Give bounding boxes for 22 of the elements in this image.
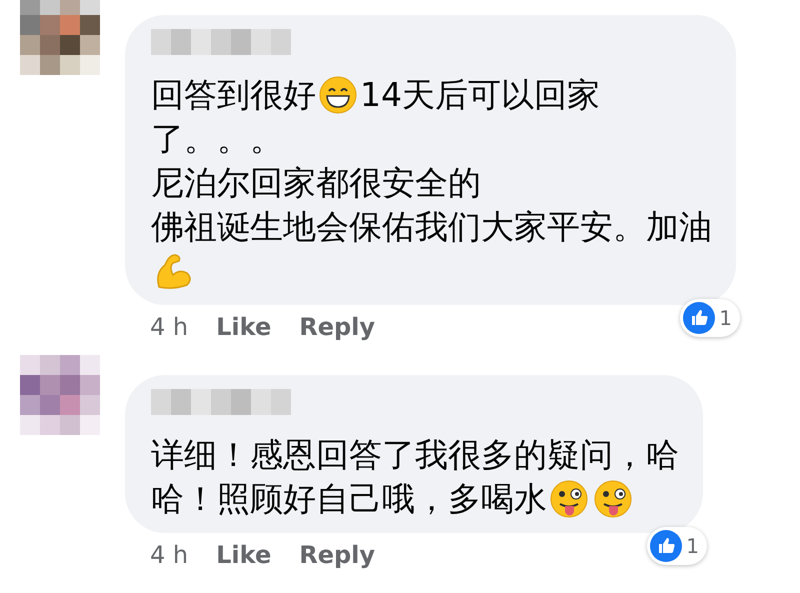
comment-text: 回答到很好: [151, 74, 316, 116]
reply-link[interactable]: Reply: [299, 541, 376, 569]
comment-text: 尼泊尔回家都很安全的: [151, 162, 481, 204]
reaction-count: 1: [719, 306, 732, 330]
comment-text: 哈！照顾好自己哦，多喝水: [151, 478, 547, 520]
comment-text: 佛祖诞生地会保佑我们大家平安。加油: [151, 206, 712, 248]
like-reaction-icon: [650, 530, 682, 562]
like-link[interactable]: Like: [216, 541, 272, 569]
comment-time: 4 h: [150, 313, 188, 341]
comment-time: 4 h: [150, 541, 188, 569]
reply-link[interactable]: Reply: [299, 313, 376, 341]
reaction-badge[interactable]: 1: [647, 527, 707, 565]
comment-text: 14天后可以回家: [360, 74, 600, 116]
winking-tongue-emoji-icon: [549, 479, 589, 519]
comment-text: 详细！感恩回答了我很多的疑问，哈: [151, 434, 679, 476]
grinning-emoji-icon: [318, 75, 358, 115]
reaction-badge[interactable]: 1: [680, 299, 740, 337]
reaction-count: 1: [686, 534, 699, 558]
like-reaction-icon: [683, 302, 716, 334]
winking-tongue-emoji-icon: [593, 479, 633, 519]
like-link[interactable]: Like: [216, 313, 272, 341]
comment-text: 了。。。: [151, 118, 283, 160]
